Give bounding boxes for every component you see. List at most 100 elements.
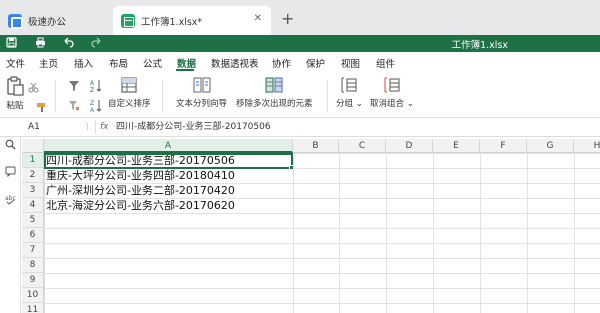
paste-label: 粘贴 bbox=[6, 101, 24, 111]
svg-text:Z: Z bbox=[90, 87, 94, 93]
ribbon-separator bbox=[162, 80, 163, 112]
row-header[interactable]: 9 bbox=[22, 273, 44, 288]
cut-icon[interactable] bbox=[28, 82, 39, 96]
format-painter-icon[interactable] bbox=[36, 102, 47, 116]
svg-text:A: A bbox=[90, 107, 95, 113]
search-icon[interactable] bbox=[4, 139, 17, 152]
row-header[interactable]: 3 bbox=[22, 183, 44, 198]
ungroup-icon bbox=[384, 77, 400, 93]
menu-data[interactable]: 数据 bbox=[177, 56, 196, 70]
text-to-columns-label: 文本分列向导 bbox=[176, 99, 228, 109]
row-header[interactable]: 11 bbox=[22, 303, 44, 313]
ungroup-label: 取消组合 ⌄ bbox=[370, 99, 414, 109]
tab-workbook[interactable]: 工作簿1.xlsx* ✕ bbox=[113, 6, 271, 35]
column-header-b[interactable]: B bbox=[293, 139, 339, 153]
left-side-panel: abc bbox=[0, 137, 21, 313]
gridline bbox=[339, 153, 340, 313]
group-label: 分组 ⌄ bbox=[336, 99, 363, 109]
active-cell-selection bbox=[44, 153, 293, 169]
row-header[interactable]: 7 bbox=[22, 243, 44, 258]
name-box-dropdown-icon[interactable]: ⋮ bbox=[84, 120, 91, 135]
filter-icon[interactable] bbox=[68, 80, 80, 95]
svg-text:A: A bbox=[90, 80, 95, 87]
gridline bbox=[293, 153, 294, 313]
row-header[interactable]: 4 bbox=[22, 198, 44, 213]
close-tab-icon[interactable]: ✕ bbox=[254, 13, 262, 24]
menu-formula[interactable]: 公式 bbox=[143, 56, 162, 70]
menu-view[interactable]: 视图 bbox=[341, 56, 360, 70]
text-to-columns-button[interactable]: 文本分列向导 bbox=[176, 76, 227, 109]
new-tab-button[interactable]: + bbox=[281, 9, 294, 28]
ribbon-separator bbox=[55, 80, 56, 112]
sort-descending-icon[interactable]: ZA bbox=[90, 99, 102, 116]
formula-input[interactable]: 四川-成都分公司-业务三部-20170506 bbox=[116, 120, 271, 135]
svg-text:abc: abc bbox=[5, 195, 16, 202]
gridline bbox=[386, 153, 387, 313]
cell-a4[interactable]: 北京-海淀分公司-业务六部-20170620 bbox=[46, 198, 235, 213]
row-header[interactable]: 8 bbox=[22, 258, 44, 273]
group-button[interactable]: 分组 ⌄ bbox=[336, 76, 363, 109]
menu-file[interactable]: 文件 bbox=[6, 56, 25, 70]
remove-duplicates-icon bbox=[265, 77, 283, 93]
tab-workbook-label: 工作簿1.xlsx* bbox=[141, 16, 203, 28]
gridline bbox=[527, 153, 528, 313]
group-icon bbox=[341, 77, 357, 93]
row-header[interactable]: 10 bbox=[22, 288, 44, 303]
menu-protect[interactable]: 保护 bbox=[306, 56, 325, 70]
gridline bbox=[433, 153, 434, 313]
clear-filter-icon[interactable] bbox=[68, 100, 80, 115]
row-header[interactable]: 2 bbox=[22, 168, 44, 183]
column-header-e[interactable]: E bbox=[433, 139, 480, 153]
row-header[interactable]: 6 bbox=[22, 228, 44, 243]
tab-home-label: 极速办公 bbox=[28, 16, 67, 28]
remove-duplicates-button[interactable]: 移除多次出现的元素 bbox=[236, 76, 313, 109]
gridline bbox=[574, 153, 575, 313]
active-menu-indicator bbox=[176, 69, 194, 71]
menu-components[interactable]: 组件 bbox=[376, 56, 395, 70]
menu-layout[interactable]: 布局 bbox=[109, 56, 128, 70]
comment-icon[interactable] bbox=[4, 166, 17, 179]
text-to-columns-icon bbox=[193, 77, 210, 93]
formula-bar: A1 ⋮ fx 四川-成都分公司-业务三部-20170506 bbox=[0, 118, 600, 137]
custom-sort-label: 自定义排序 bbox=[108, 99, 151, 109]
quick-access-toolbar: 工作簿1.xlsx bbox=[0, 35, 600, 52]
ribbon-separator bbox=[327, 80, 328, 112]
paste-button[interactable]: 粘贴 bbox=[6, 76, 24, 111]
menu-insert[interactable]: 插入 bbox=[74, 56, 93, 70]
formula-bar-divider bbox=[95, 121, 96, 134]
column-header-a[interactable]: A bbox=[44, 139, 293, 153]
column-header-c[interactable]: C bbox=[339, 139, 386, 153]
sort-ascending-icon[interactable]: AZ bbox=[90, 79, 102, 96]
column-header-g[interactable]: G bbox=[527, 139, 574, 153]
menu-home[interactable]: 主页 bbox=[39, 56, 58, 70]
function-icon[interactable]: fx bbox=[100, 120, 109, 135]
column-header-h[interactable]: H bbox=[574, 139, 600, 153]
custom-sort-button[interactable]: 自定义排序 bbox=[108, 76, 151, 109]
menu-pivot-table[interactable]: 数据透视表 bbox=[211, 56, 259, 70]
name-box[interactable]: A1 bbox=[26, 120, 90, 135]
menu-collaborate[interactable]: 协作 bbox=[272, 56, 291, 70]
spellcheck-icon[interactable]: abc bbox=[4, 194, 17, 207]
ungroup-button[interactable]: 取消组合 ⌄ bbox=[370, 76, 414, 109]
gridline bbox=[480, 153, 481, 313]
tab-home[interactable]: 极速办公 bbox=[0, 6, 108, 35]
paste-icon bbox=[7, 76, 24, 96]
column-header-f[interactable]: F bbox=[480, 139, 527, 153]
row-header[interactable]: 1 bbox=[22, 153, 44, 168]
cell-a3[interactable]: 广州-深圳分公司-业务二部-20170420 bbox=[46, 183, 235, 198]
ribbon-data: 粘贴 AZ ZA 自定义排序 文本分列向导 移除多次出现的元素 分组 ⌄ 取消组… bbox=[0, 72, 600, 118]
select-all-corner[interactable] bbox=[22, 139, 44, 153]
spreadsheet-icon bbox=[121, 13, 135, 28]
document-title: 工作簿1.xlsx bbox=[451, 40, 508, 51]
menu-bar: 文件 主页 插入 布局 公式 数据 数据透视表 协作 保护 视图 组件 bbox=[0, 52, 600, 72]
app-tab-bar: 极速办公 工作簿1.xlsx* ✕ + bbox=[0, 0, 600, 35]
app-logo-icon bbox=[8, 13, 23, 29]
spreadsheet-grid[interactable]: A B C D E F G H 1 2 3 4 5 6 7 8 9 10 11 … bbox=[22, 139, 600, 313]
svg-text:Z: Z bbox=[90, 100, 94, 107]
row-header[interactable]: 5 bbox=[22, 213, 44, 228]
custom-sort-icon bbox=[121, 77, 137, 93]
remove-duplicates-label: 移除多次出现的元素 bbox=[236, 99, 313, 109]
cell-a2[interactable]: 重庆-大坪分公司-业务四部-20180410 bbox=[46, 168, 235, 183]
fill-handle[interactable] bbox=[289, 165, 294, 170]
column-header-d[interactable]: D bbox=[386, 139, 433, 153]
